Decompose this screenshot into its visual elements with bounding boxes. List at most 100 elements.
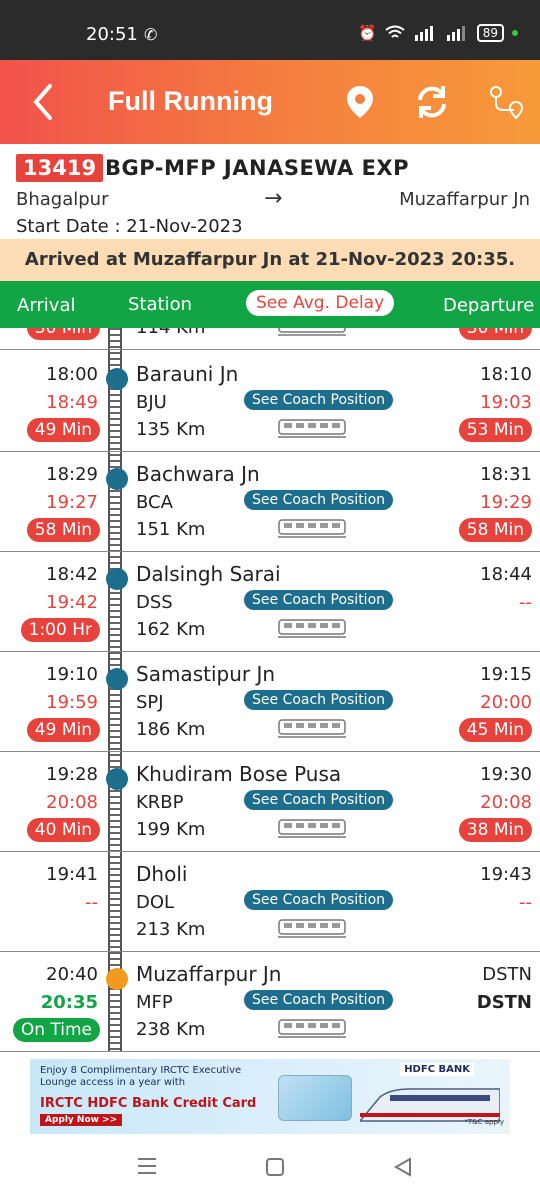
column-header: Arrival Station See Avg. Delay Departure: [0, 281, 540, 328]
recent-apps-icon[interactable]: [136, 1156, 158, 1176]
on-time-badge: On Time: [12, 1018, 100, 1042]
status-bar: 20:51 ✆ ⏰ 89: [0, 0, 540, 60]
refresh-icon[interactable]: [412, 82, 452, 122]
actual-departure: --: [519, 892, 532, 913]
scheduled-arrival: 20:40: [46, 964, 98, 985]
station-list[interactable]: 30 Min 114 Km 30 Min 18:00 18:49 49 Min …: [0, 328, 540, 1052]
app-bar: Full Running: [0, 60, 540, 144]
station-dot: [106, 368, 128, 390]
station-row[interactable]: 19:10 19:59 49 Min Samastipur Jn SPJ 186…: [0, 652, 540, 752]
scheduled-arrival: 18:42: [46, 564, 98, 585]
privacy-dot: [512, 30, 518, 36]
station-dot: [106, 668, 128, 690]
coach-icon[interactable]: [278, 518, 346, 538]
scheduled-departure: 18:10: [480, 364, 532, 385]
coach-icon[interactable]: [278, 418, 346, 438]
arrival-delay-badge: 30 Min: [26, 328, 100, 340]
see-coach-position-button[interactable]: See Coach Position: [244, 490, 394, 510]
actual-departure: 19:03: [480, 392, 532, 413]
back-arrow-icon[interactable]: [26, 80, 62, 124]
coach-icon[interactable]: [278, 918, 346, 938]
station-code: DOL: [136, 892, 175, 913]
actual-arrival: 20:08: [46, 792, 98, 813]
actual-arrival: 19:27: [46, 492, 98, 513]
scheduled-departure: 18:31: [480, 464, 532, 485]
see-coach-position-button[interactable]: See Coach Position: [244, 790, 394, 810]
call-icon: ✆: [144, 25, 158, 44]
station-row[interactable]: 18:00 18:49 49 Min Barauni Jn BJU 135 Km…: [0, 352, 540, 452]
actual-arrival: --: [85, 892, 98, 913]
station-name: Bachwara Jn: [136, 462, 260, 486]
col-arrival: Arrival: [17, 295, 76, 316]
arrival-delay-badge: 1:00 Hr: [20, 618, 100, 642]
see-coach-position-button[interactable]: See Coach Position: [244, 390, 394, 410]
station-name: Dalsingh Sarai: [136, 562, 281, 586]
station-code: DSS: [136, 592, 173, 613]
see-coach-position-button[interactable]: See Coach Position: [244, 890, 394, 910]
station-code: BJU: [136, 392, 167, 413]
station-km: 199 Km: [136, 819, 206, 840]
see-coach-position-button[interactable]: See Coach Position: [244, 990, 394, 1010]
arrival-delay-badge: 49 Min: [26, 718, 100, 742]
station-km: 186 Km: [136, 719, 206, 740]
route-map-icon[interactable]: [486, 82, 526, 122]
station-row[interactable]: 18:42 19:42 1:00 Hr Dalsingh Sarai DSS 1…: [0, 552, 540, 652]
scheduled-departure: 19:15: [480, 664, 532, 685]
actual-departure: 20:00: [480, 692, 532, 713]
station-code: BCA: [136, 492, 173, 513]
station-dot: [106, 568, 128, 590]
credit-card-image: [278, 1075, 352, 1121]
coach-icon[interactable]: [278, 818, 346, 838]
system-nav-bar: [0, 1138, 540, 1200]
actual-departure: 19:29: [480, 492, 532, 513]
ad-line-1: Enjoy 8 Complimentary IRCTC Executive: [40, 1065, 242, 1076]
station-dot: [106, 468, 128, 490]
signal-icon: [414, 26, 433, 41]
train-number: 13419: [16, 154, 104, 182]
station-km: 114 Km: [136, 328, 205, 338]
station-name: Dholi: [136, 862, 188, 886]
battery-icon: 89: [476, 24, 504, 42]
ad-apply-button[interactable]: Apply Now >>: [40, 1114, 123, 1126]
ad-banner[interactable]: Enjoy 8 Complimentary IRCTC Executive Lo…: [30, 1059, 510, 1134]
from-station: Bhagalpur: [16, 189, 109, 210]
train-name: BGP-MFP JANASEWA EXP: [105, 156, 409, 180]
station-row[interactable]: 19:41 -- Dholi DOL 213 Km See Coach Posi…: [0, 852, 540, 952]
start-date: Start Date : 21-Nov-2023: [16, 216, 243, 237]
location-pin-icon[interactable]: [340, 82, 380, 122]
back-nav-icon[interactable]: [392, 1156, 414, 1178]
station-name: Samastipur Jn: [136, 662, 276, 686]
scheduled-departure: DSTN: [482, 964, 532, 985]
coach-icon[interactable]: [278, 1018, 346, 1038]
scheduled-arrival: 18:00: [46, 364, 98, 385]
see-coach-position-button[interactable]: See Coach Position: [244, 590, 394, 610]
scheduled-departure: 19:30: [480, 764, 532, 785]
station-name: Muzaffarpur Jn: [136, 962, 282, 986]
to-station: Muzaffarpur Jn: [399, 189, 530, 210]
station-code: MFP: [136, 992, 173, 1013]
station-row[interactable]: 19:28 20:08 40 Min Khudiram Bose Pusa KR…: [0, 752, 540, 852]
train-info: 13419 BGP-MFP JANASEWA EXP Bhagalpur → M…: [0, 144, 540, 239]
scheduled-arrival: 19:28: [46, 764, 98, 785]
coach-icon[interactable]: [278, 618, 346, 638]
home-icon[interactable]: [264, 1156, 286, 1178]
col-departure: Departure: [443, 295, 535, 316]
station-km: 135 Km: [136, 419, 206, 440]
see-coach-position-button[interactable]: See Coach Position: [244, 690, 394, 710]
coach-icon[interactable]: [278, 718, 346, 738]
station-name: Khudiram Bose Pusa: [136, 762, 342, 786]
station-row-partial[interactable]: 30 Min 114 Km 30 Min: [0, 328, 540, 350]
station-name: Barauni Jn: [136, 362, 239, 386]
scheduled-arrival: 19:10: [46, 664, 98, 685]
station-row[interactable]: 20:40 20:35 On Time Muzaffarpur Jn MFP 2…: [0, 952, 540, 1052]
wifi-icon: [385, 25, 405, 38]
actual-arrival: 19:42: [46, 592, 98, 613]
avg-delay-button[interactable]: See Avg. Delay: [246, 290, 395, 316]
status-icons: ⏰ 89: [358, 24, 518, 42]
departure-delay-badge: 30 Min: [458, 328, 532, 340]
actual-departure: --: [519, 592, 532, 613]
station-km: 238 Km: [136, 1019, 206, 1040]
station-row[interactable]: 18:29 19:27 58 Min Bachwara Jn BCA 151 K…: [0, 452, 540, 552]
arrival-status-banner: Arrived at Muzaffarpur Jn at 21-Nov-2023…: [0, 239, 540, 281]
coach-icon[interactable]: [278, 328, 346, 336]
